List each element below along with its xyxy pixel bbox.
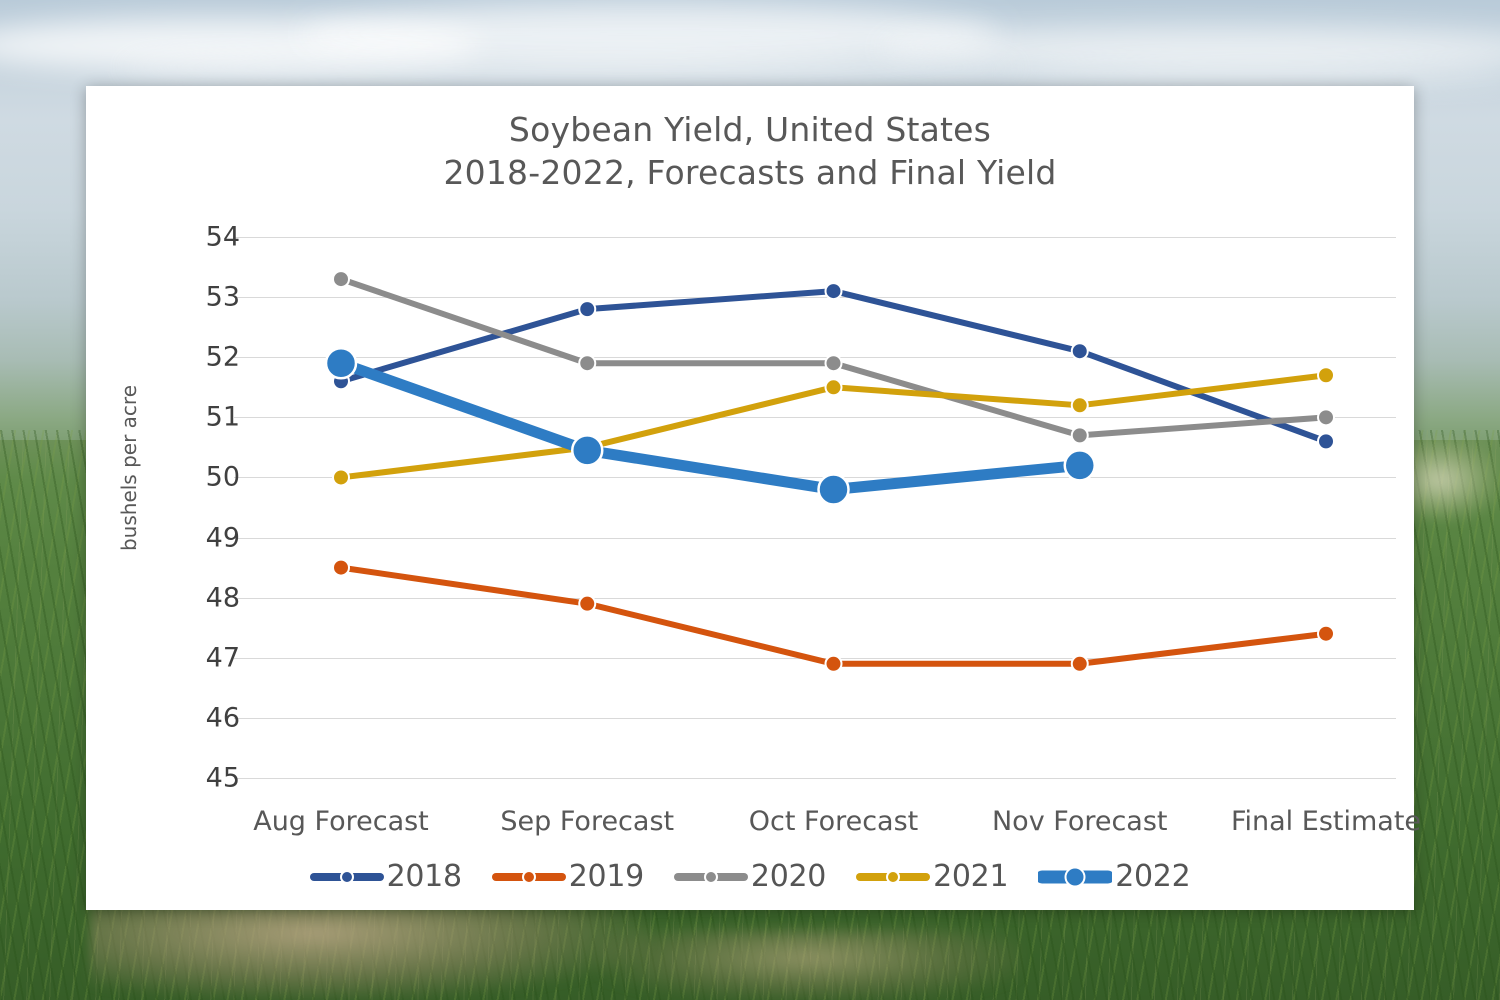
legend-label-2020: 2020 (750, 859, 827, 894)
data-point-marker-2022 (1063, 449, 1096, 482)
x-axis-tick-label: Oct Forecast (748, 806, 919, 837)
legend-swatch-2022 (1038, 866, 1113, 887)
data-point-marker-2020 (332, 270, 350, 289)
cloud-shape (1000, 60, 1500, 86)
legend-label-2018: 2018 (386, 859, 462, 894)
legend-item-2021[interactable]: 2021 (856, 859, 1009, 894)
data-point-marker-2019 (824, 654, 843, 673)
legend-label-2019: 2019 (568, 859, 644, 894)
data-point-marker-2020 (1070, 426, 1089, 445)
data-point-marker-2021 (824, 378, 843, 397)
data-point-marker-2019 (1070, 654, 1089, 673)
cloud-shape (120, 52, 1020, 82)
legend-item-2020[interactable]: 2020 (673, 859, 827, 894)
x-axis-tick-label: Aug Forecast (253, 806, 429, 837)
series-lines-group (324, 270, 1335, 673)
legend-item-2018[interactable]: 2018 (309, 859, 462, 894)
data-point-marker-2022 (324, 346, 358, 380)
data-point-marker-2018 (1317, 432, 1335, 451)
data-point-marker-2019 (332, 558, 350, 577)
data-point-marker-2021 (332, 468, 350, 487)
data-point-marker-2020 (578, 354, 597, 373)
data-point-marker-2019 (1317, 624, 1335, 643)
chart-card: Soybean Yield, United States 2018-2022, … (86, 86, 1421, 910)
chart-legend: 2018 2019 2020 2021 2022 (86, 859, 1414, 894)
legend-swatch-2019 (491, 869, 566, 884)
x-axis-tick-label: Nov Forecast (991, 806, 1168, 837)
data-point-marker-2018 (824, 282, 843, 301)
data-point-marker-2019 (578, 594, 597, 613)
x-axis-tick-label: Sep Forecast (500, 806, 675, 837)
data-point-marker-2021 (1070, 396, 1089, 415)
legend-item-2019[interactable]: 2019 (491, 859, 644, 894)
legend-swatch-2021 (856, 869, 931, 884)
data-point-marker-2022 (817, 473, 850, 506)
data-point-marker-2020 (1317, 408, 1335, 427)
legend-swatch-2018 (309, 869, 384, 884)
plot-area: bushels per acre 45 46 47 48 49 50 51 52 53 54 Au… (86, 86, 1421, 910)
x-axis-tick-label: Final Estimate (1230, 806, 1422, 837)
screenshot-stage: Soybean Yield, United States 2018-2022, … (0, 0, 1500, 1000)
data-point-marker-2018 (1070, 342, 1089, 361)
data-point-marker-2020 (824, 354, 843, 373)
series-line-2022 (335, 357, 1086, 495)
series-line-2019 (338, 564, 1329, 667)
data-point-marker-2018 (578, 300, 597, 319)
dirt-patch (600, 930, 1020, 1000)
legend-label-2022: 2022 (1115, 859, 1191, 894)
legend-label-2021: 2021 (933, 859, 1009, 894)
data-point-marker-2021 (1317, 366, 1335, 385)
data-point-marker-2022 (571, 434, 604, 467)
dirt-patch (90, 905, 650, 1000)
legend-swatch-2020 (673, 869, 748, 884)
legend-item-2022[interactable]: 2022 (1038, 859, 1191, 894)
